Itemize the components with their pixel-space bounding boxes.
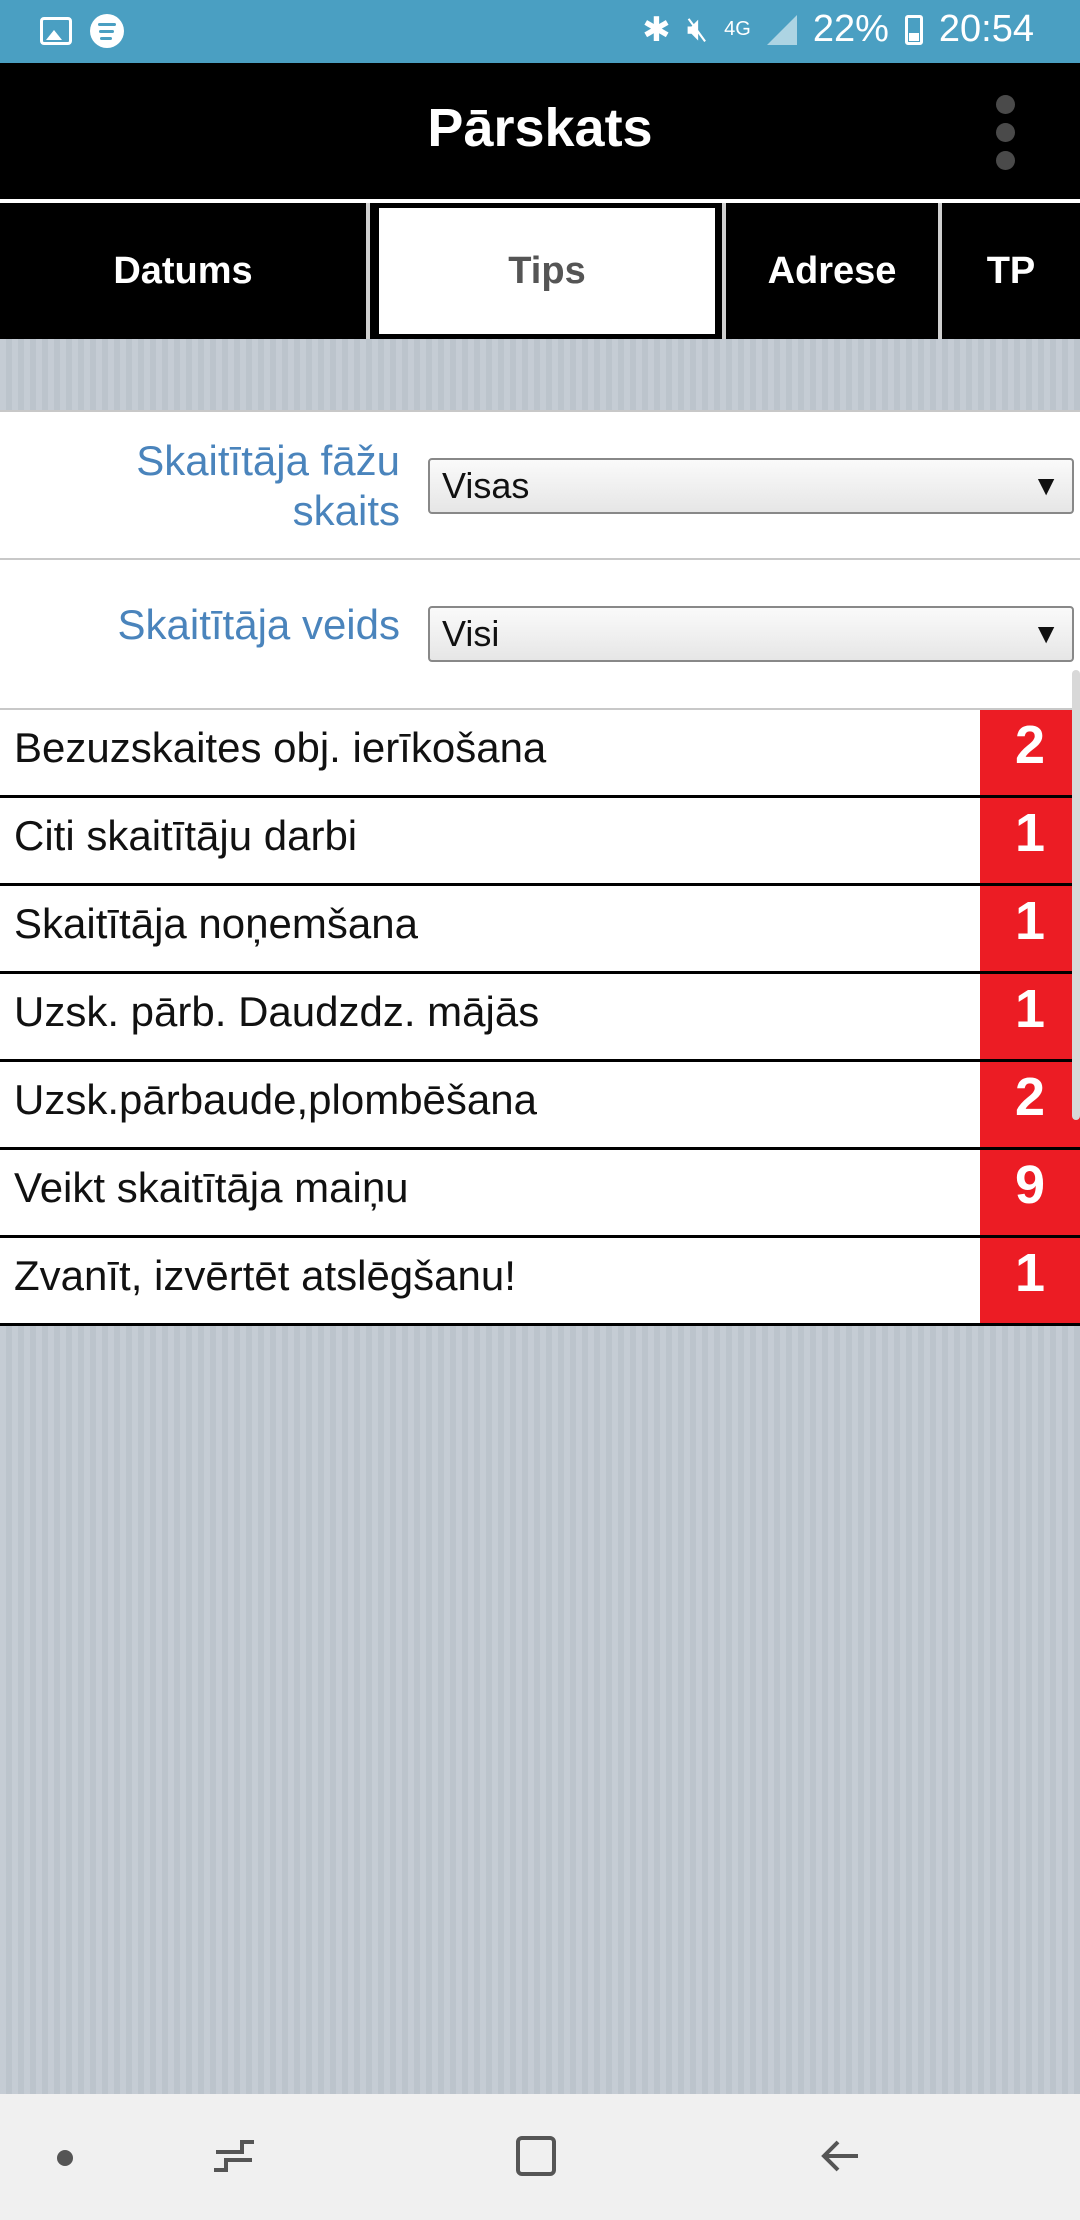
bluetooth-icon: ✱	[642, 10, 671, 49]
count-badge: 9	[980, 1150, 1080, 1235]
app-bar: Pārskats	[0, 63, 1080, 199]
spotify-icon	[90, 14, 124, 48]
count-badge: 2	[980, 1062, 1080, 1147]
system-nav-bar	[0, 2094, 1080, 2220]
dot-icon[interactable]	[57, 2150, 73, 2166]
filter-phases-row: Skaitītāja fāžu skaits Visas ▼	[0, 410, 1080, 560]
more-vert-icon[interactable]	[996, 95, 1016, 171]
tab-adrese[interactable]: Adrese	[726, 203, 938, 339]
signal-icon	[766, 14, 797, 45]
page-title: Pārskats	[427, 98, 653, 158]
list-item[interactable]: Bezuzskaites obj. ierīkošana 2	[0, 710, 1080, 798]
list-item-label: Uzsk. pārb. Daudzdz. mājās	[14, 988, 540, 1035]
tab-separator	[366, 203, 370, 339]
count-badge: 1	[980, 1238, 1080, 1323]
filters-panel: Skaitītāja fāžu skaits Visas ▼ Skaitītāj…	[0, 410, 1080, 710]
count-badge: 1	[980, 798, 1080, 883]
home-icon[interactable]	[516, 2136, 556, 2176]
list-item-label: Bezuzskaites obj. ierīkošana	[14, 724, 547, 771]
phases-label-line2: skaits	[292, 487, 400, 534]
list-item[interactable]: Uzsk. pārb. Daudzdz. mājās 1	[0, 974, 1080, 1062]
list-item-label: Uzsk.pārbaude,plombēšana	[14, 1076, 537, 1123]
phases-select-value: Visas	[442, 465, 530, 506]
list-item[interactable]: Zvanīt, izvērtēt atslēgšanu! 1	[0, 1238, 1080, 1326]
list-item-label: Skaitītāja noņemšana	[14, 900, 418, 947]
back-icon[interactable]	[818, 2134, 862, 2178]
mute-icon: 🔇︎	[686, 10, 709, 48]
list-item-label: Citi skaitītāju darbi	[14, 812, 358, 859]
phases-select[interactable]: Visas ▼	[428, 458, 1074, 514]
status-bar: ✱ 🔇︎ 4G 22% 20:54	[0, 0, 1080, 63]
gallery-icon	[40, 17, 72, 45]
count-badge: 1	[980, 974, 1080, 1059]
list-item[interactable]: Citi skaitītāju darbi 1	[0, 798, 1080, 886]
list-item[interactable]: Uzsk.pārbaude,plombēšana 2	[0, 1062, 1080, 1150]
chevron-down-icon: ▼	[1032, 470, 1060, 501]
tab-datums[interactable]: Datums	[0, 203, 366, 339]
network-type: 4G	[724, 18, 751, 40]
count-badge: 2	[980, 710, 1080, 795]
list-item-label: Veikt skaitītāja maiņu	[14, 1164, 409, 1211]
recent-apps-icon[interactable]	[212, 2134, 256, 2178]
chevron-down-icon: ▼	[1032, 618, 1060, 649]
type-label: Skaitītāja veids	[117, 601, 400, 648]
list-item[interactable]: Veikt skaitītāja maiņu 9	[0, 1150, 1080, 1238]
battery-icon	[904, 14, 923, 45]
type-select-value: Visi	[442, 613, 500, 654]
list-item-label: Zvanīt, izvērtēt atslēgšanu!	[14, 1252, 516, 1299]
scrollbar[interactable]	[1072, 670, 1080, 1120]
battery-percent: 22%	[812, 8, 889, 50]
type-select[interactable]: Visi ▼	[428, 606, 1074, 662]
phases-label-line1: Skaitītāja fāžu	[136, 437, 400, 484]
tab-bar: Datums Tips Adrese TP	[0, 203, 1080, 339]
tab-tips[interactable]: Tips	[376, 205, 718, 337]
filter-type-row: Skaitītāja veids Visi ▼	[0, 558, 1080, 710]
list-item[interactable]: Skaitītāja noņemšana 1	[0, 886, 1080, 974]
count-badge: 1	[980, 886, 1080, 971]
phases-label: Skaitītāja fāžu skaits	[136, 436, 400, 536]
clock: 20:54	[938, 8, 1034, 50]
tab-tp[interactable]: TP	[942, 203, 1080, 339]
type-list: Bezuzskaites obj. ierīkošana 2 Citi skai…	[0, 710, 1080, 1326]
